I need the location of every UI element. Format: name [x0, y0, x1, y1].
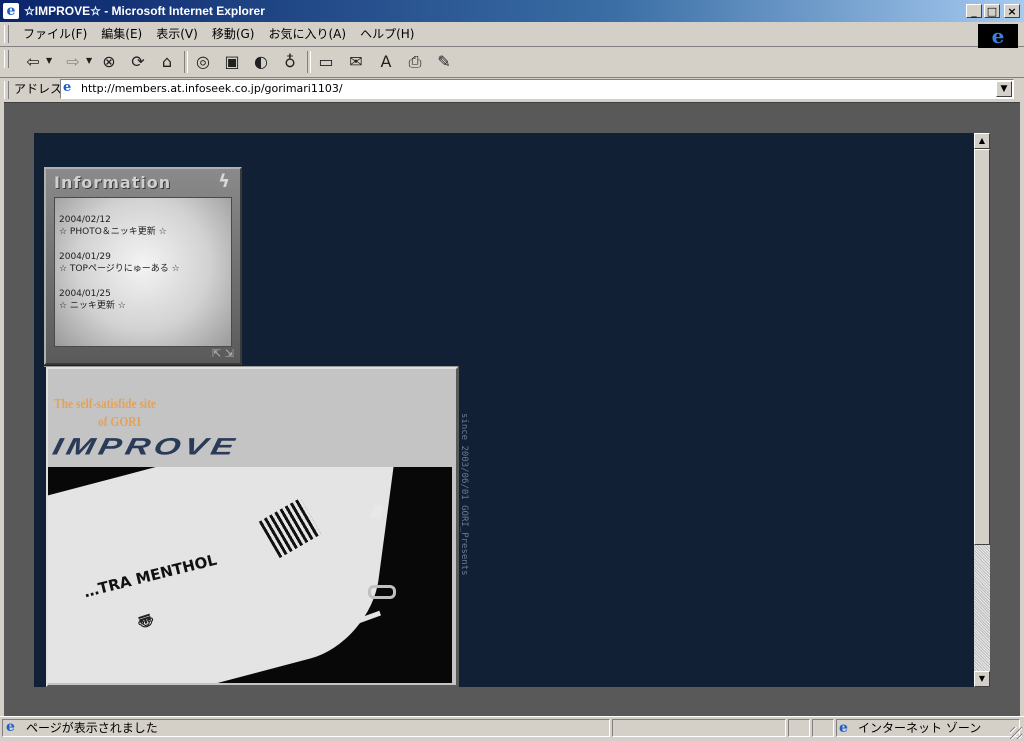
close-button[interactable]: ×	[1004, 4, 1020, 18]
news-text: ☆ ニッキ更新 ☆	[59, 301, 126, 311]
site-banner[interactable]: The self-satisfide site of GORI IMPROVE …	[46, 367, 458, 687]
news-date: 2004/01/29	[59, 252, 111, 262]
page-frame: Information ϟ 2004/02/12 ☆ PHOTO＆ニッキ更新 ☆…	[34, 133, 974, 717]
status-cell	[788, 719, 810, 737]
history-icon[interactable]: ◐	[250, 51, 272, 73]
address-field[interactable]: e ▼	[60, 79, 1014, 99]
menu-go[interactable]: 移動(G)	[205, 26, 262, 42]
status-cell	[812, 719, 834, 737]
status-bar: e ページが表示されました e インターネット ゾーン	[0, 716, 1024, 741]
news-date: 2004/02/12	[59, 215, 111, 225]
mail-icon[interactable]: ✉	[345, 51, 367, 73]
cigarette-pack-photo: …TRA MENTHOL 〠	[48, 467, 452, 683]
news-item: 2004/01/25 ☆ ニッキ更新 ☆	[59, 288, 227, 312]
tagline-line2: of GORI	[98, 415, 142, 430]
page-icon: e	[63, 80, 72, 95]
news-text: ☆ PHOTO＆ニッキ更新 ☆	[59, 227, 167, 237]
resize-arrows-icon: ⇱ ⇲	[212, 347, 234, 360]
toolbar: ⇦ ▼ ⇨ ▼ ⊗ ⟳ ⌂ ◎ ▣ ◐ ♁ ▭ ✉ A ⎙ ✎	[0, 47, 1024, 78]
address-grip[interactable]	[4, 81, 9, 99]
home-icon[interactable]: ⌂	[156, 51, 178, 73]
scroll-track[interactable]	[974, 545, 990, 671]
lightning-icon: ϟ	[218, 171, 230, 192]
ie-logo-icon: e	[978, 24, 1018, 48]
scroll-thumb[interactable]	[974, 149, 990, 545]
news-text: ☆ TOPページりにゅーある ☆	[59, 264, 180, 274]
information-panel[interactable]: 2004/02/12 ☆ PHOTO＆ニッキ更新 ☆ 2004/01/29 ☆ …	[54, 197, 232, 347]
toolbar-separator	[307, 51, 311, 73]
page-done-icon: e	[6, 719, 15, 735]
menu-view[interactable]: 表示(V)	[149, 26, 205, 42]
status-progress-cell	[612, 719, 786, 737]
news-item: 2004/01/29 ☆ TOPページりにゅーある ☆	[59, 251, 227, 275]
menu-file[interactable]: ファイル(F)	[16, 26, 94, 42]
lighter-mark	[368, 585, 396, 599]
minimize-button[interactable]: _	[966, 4, 982, 18]
tagline-line1: The self-satisfide site	[54, 397, 157, 412]
information-title: Information	[54, 173, 172, 192]
internet-zone-icon: e	[839, 720, 848, 736]
address-dropdown-icon[interactable]: ▼	[996, 81, 1012, 97]
page-viewport: Information ϟ 2004/02/12 ☆ PHOTO＆ニッキ更新 ☆…	[4, 102, 1020, 717]
since-text: since 2003/06/01 GORI_Presents	[459, 413, 469, 576]
vertical-scrollbar[interactable]: ▲ ▼	[974, 133, 990, 687]
stop-icon[interactable]: ⊗	[98, 51, 120, 73]
status-text: ページが表示されました	[26, 721, 158, 735]
window-controls: _ □ ×	[966, 4, 1020, 18]
menu-favorites[interactable]: お気に入り(A)	[261, 26, 353, 42]
address-bar: アドレス e ▼	[0, 78, 1024, 100]
search-icon[interactable]: ◎	[192, 51, 214, 73]
back-dropdown-icon[interactable]: ▼	[46, 56, 52, 65]
menu-grip[interactable]	[4, 25, 9, 43]
resize-grip-icon[interactable]	[1010, 727, 1022, 739]
menu: ファイル(F) 編集(E) 表示(V) 移動(G) お気に入り(A) ヘルプ(H…	[16, 26, 421, 42]
refresh-icon[interactable]: ⟳	[127, 51, 149, 73]
scroll-down-icon[interactable]: ▼	[974, 671, 990, 687]
scroll-up-icon[interactable]: ▲	[974, 133, 990, 149]
menu-bar: ファイル(F) 編集(E) 表示(V) 移動(G) お気に入り(A) ヘルプ(H…	[0, 22, 1024, 47]
ie-icon[interactable]: e	[3, 3, 19, 19]
maximize-button[interactable]: □	[984, 4, 1000, 18]
menu-edit[interactable]: 編集(E)	[94, 26, 149, 42]
news-item: 2004/02/12 ☆ PHOTO＆ニッキ更新 ☆	[59, 214, 227, 238]
toolbar-grip[interactable]	[4, 50, 9, 68]
forward-dropdown-icon[interactable]: ▼	[86, 56, 92, 65]
zone-text: インターネット ゾーン	[858, 721, 982, 735]
edit-icon[interactable]: ✎	[433, 51, 455, 73]
title-bar: e ☆IMPROVE☆ - Microsoft Internet Explore…	[0, 0, 1024, 22]
toolbar-separator	[184, 51, 188, 73]
window-title: ☆IMPROVE☆ - Microsoft Internet Explorer	[24, 4, 265, 18]
pack-shape	[48, 467, 403, 683]
address-label: アドレス	[14, 82, 63, 96]
news-date: 2004/01/25	[59, 289, 111, 299]
site-logo: IMPROVE	[50, 433, 241, 461]
address-input[interactable]	[81, 81, 981, 97]
channels-icon[interactable]: ♁	[279, 51, 301, 73]
print-icon[interactable]: ⎙	[404, 51, 426, 73]
forward-icon[interactable]: ⇨	[62, 51, 84, 73]
menu-help[interactable]: ヘルプ(H)	[353, 26, 421, 42]
font-icon[interactable]: A	[375, 51, 397, 73]
favorites-icon[interactable]: ▣	[221, 51, 243, 73]
back-icon[interactable]: ⇦	[22, 51, 44, 73]
fullscreen-icon[interactable]: ▭	[315, 51, 337, 73]
information-widget: Information ϟ 2004/02/12 ☆ PHOTO＆ニッキ更新 ☆…	[44, 167, 242, 365]
